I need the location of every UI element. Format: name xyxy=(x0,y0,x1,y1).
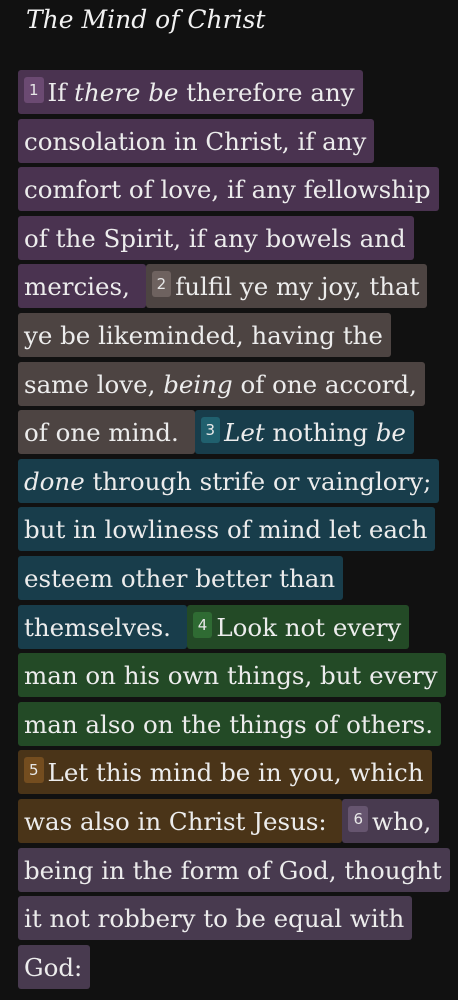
verse-number[interactable]: 5 xyxy=(24,757,44,784)
verse-italic-text: there be xyxy=(74,78,179,107)
reader-page: The Mind of Christ 1 If there be therefor… xyxy=(0,0,458,1000)
verse-number[interactable]: 1 xyxy=(24,77,44,103)
verse-number[interactable]: 3 xyxy=(200,417,221,444)
verse-italic-text: being xyxy=(163,369,233,399)
verse-text: If xyxy=(47,78,75,107)
verse-italic-text: Let xyxy=(224,418,265,448)
section-heading: The Mind of Christ xyxy=(26,5,266,34)
verse-number[interactable]: 2 xyxy=(151,271,172,298)
verse-number[interactable]: 6 xyxy=(348,805,369,832)
verse-text: nothing xyxy=(264,418,376,448)
passage: 1 If there be therefore any consolation i… xyxy=(18,69,450,992)
verse-number[interactable]: 4 xyxy=(192,611,213,638)
